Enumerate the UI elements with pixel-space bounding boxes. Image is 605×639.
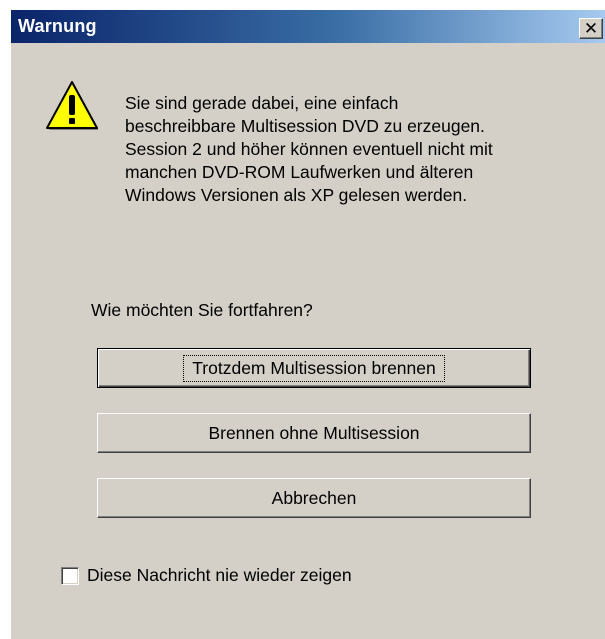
- close-icon: ✕: [583, 19, 599, 38]
- warning-icon: [46, 81, 98, 130]
- cancel-label: Abbrechen: [271, 487, 357, 508]
- title-bar[interactable]: Warnung ✕: [11, 10, 605, 43]
- dont-show-again-label[interactable]: Diese Nachricht nie wieder zeigen: [87, 565, 352, 586]
- burn-without-multisession-button[interactable]: Brennen ohne Multisession: [97, 413, 531, 453]
- warning-dialog: Warnung ✕ Sie sind gerade dabei, eine ei…: [10, 10, 605, 639]
- burn-multisession-label: Trotzdem Multisession brennen: [183, 354, 445, 382]
- cancel-button[interactable]: Abbrechen: [97, 478, 531, 518]
- dont-show-again-row[interactable]: Diese Nachricht nie wieder zeigen: [61, 565, 352, 586]
- burn-multisession-button[interactable]: Trotzdem Multisession brennen: [97, 348, 531, 388]
- close-button[interactable]: ✕: [579, 18, 603, 39]
- burn-without-multisession-label: Brennen ohne Multisession: [208, 422, 420, 443]
- warning-message: Sie sind gerade dabei, eine einfach besc…: [125, 93, 493, 205]
- question-label: Wie möchten Sie fortfahren?: [91, 300, 313, 320]
- dont-show-again-checkbox[interactable]: [61, 566, 79, 585]
- window-title: Warnung: [18, 16, 97, 36]
